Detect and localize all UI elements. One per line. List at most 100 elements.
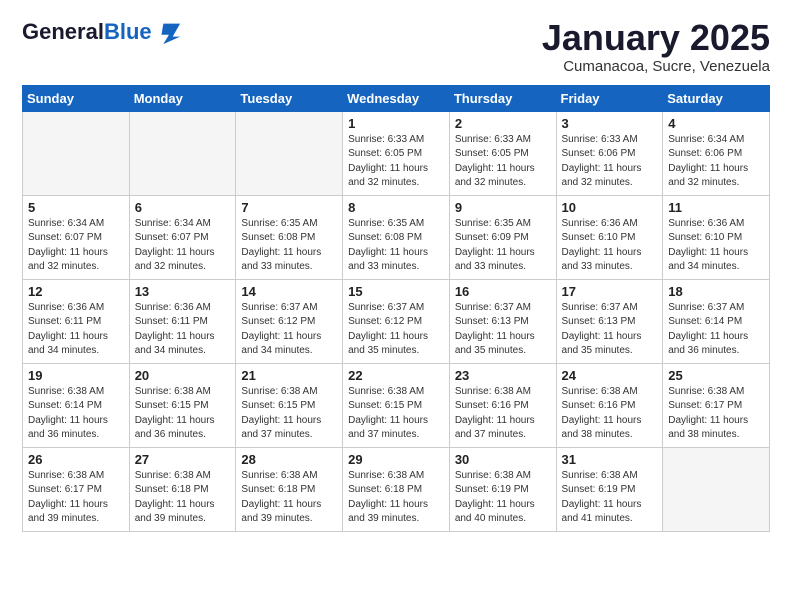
weekday-sunday: Sunday	[23, 85, 130, 111]
day-number: 25	[668, 368, 764, 383]
logo-general: GeneralBlue	[22, 21, 152, 43]
day-number: 2	[455, 116, 551, 131]
calendar-cell: 15 Sunrise: 6:37 AM Sunset: 6:12 PM Dayli…	[343, 279, 450, 363]
calendar-cell: 24Sunrise: 6:38 AM Sunset: 6:16 PM Dayli…	[556, 363, 663, 447]
day-number: 7	[241, 200, 337, 215]
day-info: Sunrise: 6:37 AM Sunset: 6:12 PM Dayligh…	[348, 301, 444, 359]
weekday-friday: Friday	[556, 85, 663, 111]
day-number: 4	[668, 116, 764, 131]
calendar-cell: 7 Sunrise: 6:35 AM Sunset: 6:08 PM Daylig…	[236, 195, 343, 279]
calendar-cell: 16 Sunrise: 6:37 AM Sunset: 6:13 PM Dayli…	[449, 279, 556, 363]
day-number: 15	[348, 284, 444, 299]
week-row-2: 12 Sunrise: 6:36 AM Sunset: 6:11 PM Dayli…	[23, 279, 770, 363]
day-number: 17	[562, 284, 658, 299]
day-number: 19	[28, 368, 124, 383]
calendar-body: 1Sunrise: 6:33 AM Sunset: 6:05 PM Daylig…	[23, 111, 770, 531]
calendar-cell: 5 Sunrise: 6:34 AM Sunset: 6:07 PM Daylig…	[23, 195, 130, 279]
calendar-cell: 18Sunrise: 6:37 AM Sunset: 6:14 PM Dayli…	[663, 279, 770, 363]
calendar-cell: 31 Sunrise: 6:38 AM Sunset: 6:19 PM Dayli…	[556, 447, 663, 531]
calendar-cell: 14 Sunrise: 6:37 AM Sunset: 6:12 PM Dayli…	[236, 279, 343, 363]
logo: GeneralBlue	[22, 18, 182, 46]
day-number: 26	[28, 452, 124, 467]
day-info: Sunrise: 6:36 AM Sunset: 6:10 PM Dayligh…	[668, 217, 764, 275]
location-subtitle: Cumanacoa, Sucre, Venezuela	[542, 58, 770, 75]
day-info: Sunrise: 6:34 AM Sunset: 6:07 PM Dayligh…	[28, 217, 124, 275]
calendar-cell	[23, 111, 130, 195]
header: GeneralBlue January 2025 Cumanacoa, Sucr…	[22, 18, 770, 75]
day-number: 16	[455, 284, 551, 299]
calendar-cell: 28 Sunrise: 6:38 AM Sunset: 6:18 PM Dayli…	[236, 447, 343, 531]
day-info: Sunrise: 6:37 AM Sunset: 6:13 PM Dayligh…	[562, 301, 658, 359]
calendar-cell: 1Sunrise: 6:33 AM Sunset: 6:05 PM Daylig…	[343, 111, 450, 195]
day-info: Sunrise: 6:38 AM Sunset: 6:18 PM Dayligh…	[348, 469, 444, 527]
day-number: 28	[241, 452, 337, 467]
month-title: January 2025	[542, 18, 770, 58]
weekday-monday: Monday	[129, 85, 236, 111]
week-row-4: 26 Sunrise: 6:38 AM Sunset: 6:17 PM Dayli…	[23, 447, 770, 531]
calendar-cell: 4Sunrise: 6:34 AM Sunset: 6:06 PM Daylig…	[663, 111, 770, 195]
day-info: Sunrise: 6:38 AM Sunset: 6:19 PM Dayligh…	[455, 469, 551, 527]
day-number: 5	[28, 200, 124, 215]
day-number: 23	[455, 368, 551, 383]
day-number: 20	[135, 368, 231, 383]
day-info: Sunrise: 6:35 AM Sunset: 6:08 PM Dayligh…	[348, 217, 444, 275]
calendar-cell: 20 Sunrise: 6:38 AM Sunset: 6:15 PM Dayli…	[129, 363, 236, 447]
calendar-cell: 8Sunrise: 6:35 AM Sunset: 6:08 PM Daylig…	[343, 195, 450, 279]
day-number: 9	[455, 200, 551, 215]
day-info: Sunrise: 6:38 AM Sunset: 6:16 PM Dayligh…	[562, 385, 658, 443]
day-info: Sunrise: 6:36 AM Sunset: 6:11 PM Dayligh…	[28, 301, 124, 359]
day-info: Sunrise: 6:36 AM Sunset: 6:10 PM Dayligh…	[562, 217, 658, 275]
calendar-cell: 26 Sunrise: 6:38 AM Sunset: 6:17 PM Dayli…	[23, 447, 130, 531]
day-number: 30	[455, 452, 551, 467]
calendar-cell: 22Sunrise: 6:38 AM Sunset: 6:15 PM Dayli…	[343, 363, 450, 447]
day-info: Sunrise: 6:37 AM Sunset: 6:12 PM Dayligh…	[241, 301, 337, 359]
calendar-cell: 11 Sunrise: 6:36 AM Sunset: 6:10 PM Dayli…	[663, 195, 770, 279]
calendar-cell: 13Sunrise: 6:36 AM Sunset: 6:11 PM Dayli…	[129, 279, 236, 363]
day-number: 3	[562, 116, 658, 131]
day-info: Sunrise: 6:35 AM Sunset: 6:08 PM Dayligh…	[241, 217, 337, 275]
day-info: Sunrise: 6:38 AM Sunset: 6:15 PM Dayligh…	[348, 385, 444, 443]
calendar-cell: 23 Sunrise: 6:38 AM Sunset: 6:16 PM Dayli…	[449, 363, 556, 447]
calendar-cell	[663, 447, 770, 531]
day-info: Sunrise: 6:38 AM Sunset: 6:18 PM Dayligh…	[241, 469, 337, 527]
day-info: Sunrise: 6:38 AM Sunset: 6:18 PM Dayligh…	[135, 469, 231, 527]
calendar-cell: 12 Sunrise: 6:36 AM Sunset: 6:11 PM Dayli…	[23, 279, 130, 363]
calendar-cell: 10 Sunrise: 6:36 AM Sunset: 6:10 PM Dayli…	[556, 195, 663, 279]
logo-icon	[154, 18, 182, 46]
day-number: 11	[668, 200, 764, 215]
day-info: Sunrise: 6:38 AM Sunset: 6:19 PM Dayligh…	[562, 469, 658, 527]
day-number: 13	[135, 284, 231, 299]
day-number: 29	[348, 452, 444, 467]
weekday-saturday: Saturday	[663, 85, 770, 111]
day-number: 12	[28, 284, 124, 299]
weekday-thursday: Thursday	[449, 85, 556, 111]
calendar-cell: 25 Sunrise: 6:38 AM Sunset: 6:17 PM Dayli…	[663, 363, 770, 447]
day-number: 10	[562, 200, 658, 215]
calendar-table: SundayMondayTuesdayWednesdayThursdayFrid…	[22, 85, 770, 532]
week-row-3: 19Sunrise: 6:38 AM Sunset: 6:14 PM Dayli…	[23, 363, 770, 447]
calendar-cell: 3 Sunrise: 6:33 AM Sunset: 6:06 PM Daylig…	[556, 111, 663, 195]
day-info: Sunrise: 6:37 AM Sunset: 6:13 PM Dayligh…	[455, 301, 551, 359]
calendar-cell: 27 Sunrise: 6:38 AM Sunset: 6:18 PM Dayli…	[129, 447, 236, 531]
day-number: 21	[241, 368, 337, 383]
day-info: Sunrise: 6:33 AM Sunset: 6:06 PM Dayligh…	[562, 133, 658, 191]
weekday-tuesday: Tuesday	[236, 85, 343, 111]
week-row-0: 1Sunrise: 6:33 AM Sunset: 6:05 PM Daylig…	[23, 111, 770, 195]
calendar-cell: 30 Sunrise: 6:38 AM Sunset: 6:19 PM Dayli…	[449, 447, 556, 531]
week-row-1: 5 Sunrise: 6:34 AM Sunset: 6:07 PM Daylig…	[23, 195, 770, 279]
day-number: 14	[241, 284, 337, 299]
calendar-cell: 6Sunrise: 6:34 AM Sunset: 6:07 PM Daylig…	[129, 195, 236, 279]
day-number: 31	[562, 452, 658, 467]
title-block: January 2025 Cumanacoa, Sucre, Venezuela	[542, 18, 770, 75]
day-info: Sunrise: 6:35 AM Sunset: 6:09 PM Dayligh…	[455, 217, 551, 275]
weekday-wednesday: Wednesday	[343, 85, 450, 111]
day-info: Sunrise: 6:38 AM Sunset: 6:15 PM Dayligh…	[135, 385, 231, 443]
day-number: 27	[135, 452, 231, 467]
day-info: Sunrise: 6:38 AM Sunset: 6:17 PM Dayligh…	[28, 469, 124, 527]
calendar-cell	[236, 111, 343, 195]
day-info: Sunrise: 6:34 AM Sunset: 6:07 PM Dayligh…	[135, 217, 231, 275]
day-info: Sunrise: 6:38 AM Sunset: 6:16 PM Dayligh…	[455, 385, 551, 443]
calendar-cell: 2Sunrise: 6:33 AM Sunset: 6:05 PM Daylig…	[449, 111, 556, 195]
day-info: Sunrise: 6:38 AM Sunset: 6:17 PM Dayligh…	[668, 385, 764, 443]
day-info: Sunrise: 6:38 AM Sunset: 6:15 PM Dayligh…	[241, 385, 337, 443]
